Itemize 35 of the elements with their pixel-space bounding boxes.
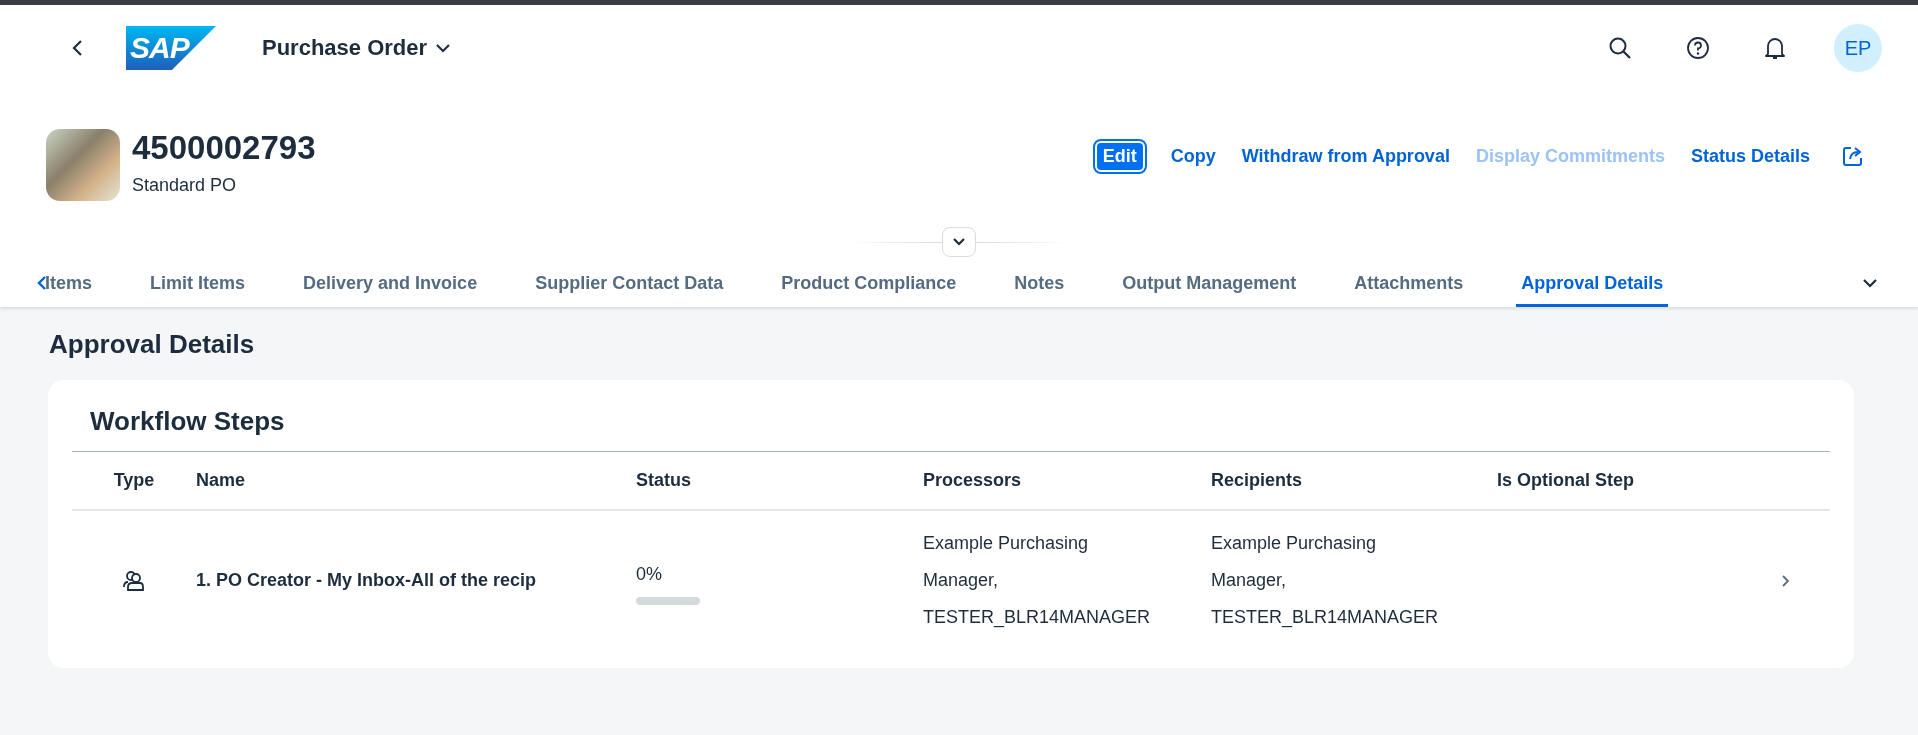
caret-icon <box>435 42 452 54</box>
tab[interactable]: Notes <box>1009 259 1070 307</box>
chevron-down-icon <box>952 237 966 247</box>
column-header: Processors <box>923 469 1023 492</box>
recipients-text: Example Purchasing Manager, TESTER_BLR14MANAGER <box>1211 532 1439 630</box>
user-avatar[interactable]: EP <box>1834 24 1882 72</box>
tab[interactable]: Delivery and Invoice <box>298 259 483 307</box>
app-title-menu[interactable]: Purchase Order <box>258 31 456 65</box>
processors-text: Example Purchasing Manager, TESTER_BLR14MANAGER <box>923 532 1151 630</box>
edit-button[interactable]: Edit <box>1094 140 1145 172</box>
tab[interactable]: Limit Items <box>145 259 251 307</box>
chevron-right-icon[interactable] <box>1780 573 1790 588</box>
tab[interactable]: Items <box>40 259 98 307</box>
action-link[interactable]: Copy <box>1170 142 1216 170</box>
tab[interactable]: Product Compliance <box>776 259 962 307</box>
column-header: Type <box>112 469 156 492</box>
step-name: 1. PO Creator - My Inbox-All of the recip <box>196 569 537 592</box>
action-link[interactable]: Withdraw from Approval <box>1241 142 1450 170</box>
group-icon <box>122 568 146 593</box>
tab[interactable]: Approval Details <box>1516 259 1669 307</box>
column-header: Status <box>636 469 692 492</box>
tab[interactable]: Attachments <box>1349 259 1469 307</box>
object-subtitle: Standard PO <box>132 175 238 196</box>
column-header: Name <box>196 469 247 492</box>
section-title: Approval Details <box>49 329 256 360</box>
collapse-header-button[interactable] <box>942 227 976 257</box>
column-header: Recipients <box>1211 469 1304 492</box>
column-header: Is Optional Step <box>1497 469 1635 492</box>
tab[interactable]: Output Management <box>1117 259 1302 307</box>
object-title: 4500002793 <box>132 129 316 167</box>
card-title: Workflow Steps <box>90 406 286 438</box>
tab[interactable]: Supplier Contact Data <box>530 259 729 307</box>
action-link[interactable]: Status Details <box>1690 142 1810 170</box>
status-percent: 0% <box>636 563 663 586</box>
logo: SAP <box>126 26 216 70</box>
